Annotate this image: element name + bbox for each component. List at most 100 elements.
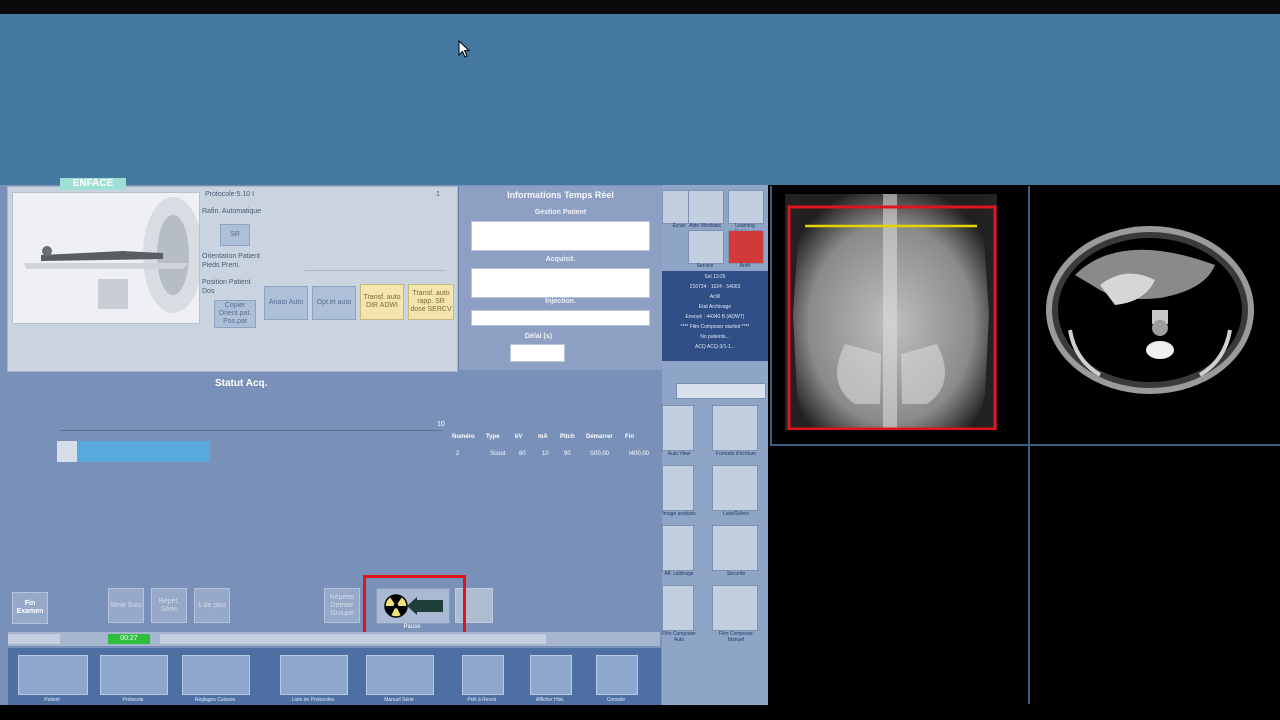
taskbar-item[interactable] [280,655,348,695]
un-de-plus-button[interactable]: 1 de plus [194,588,230,623]
side-icon-label: Auto View [667,451,691,457]
region-label: Rafin. Automatique [202,208,262,215]
status-cell: Scout [490,451,506,457]
status-column-header: mA [538,434,548,440]
taskbar-label: Reglages Cuisson [194,697,236,703]
progress-max: 10 [437,421,445,428]
background-band [0,14,1280,185]
info-line: **** Film Composer started **** [680,324,750,330]
status-column-header: Type [486,434,500,440]
position-value: Dos [202,288,215,295]
status-column-header: kV [515,434,523,440]
transf-rapp-button[interactable]: Transf. auto rapp. SR dose SERCV [408,284,454,320]
tab-enface[interactable]: ENFACE [60,178,126,190]
side-icon[interactable] [712,585,758,631]
taskbar-label: Patient [44,697,60,703]
status-cell: I400.00 [629,451,650,457]
slider-bar[interactable] [676,383,766,399]
gestion-label: Gestion Patient [534,209,587,216]
status-column-header: Démarrer [586,434,613,440]
injection-field [471,310,650,326]
progress-knob [57,441,77,462]
side-icon[interactable] [662,405,694,451]
realtime-info-panel: Informations Temps Réel Gestion Patient … [458,186,662,370]
acquisit-label: Acquisit. [545,256,576,263]
taskbar-label: Protocole [122,697,144,703]
mouse-cursor-icon [458,40,471,58]
side-icon[interactable] [662,525,694,571]
divider [305,270,445,271]
viewer-divider [770,186,772,446]
taskbar-item[interactable] [366,655,434,695]
side-top-label: Arrêt [739,263,751,269]
delai-field[interactable] [510,344,565,362]
gestion-field [471,221,650,251]
transf-dir-button[interactable]: Transf. auto DIR ADWI [360,284,404,320]
delai-label: Délai (s) [524,333,553,340]
side-icon[interactable] [662,465,694,511]
side-top-icon[interactable] [728,230,764,264]
info-line: AcW [709,294,721,300]
fin-examen-button[interactable]: Fin Examen [12,592,48,624]
taskbar-label: Manuel Série [384,697,414,703]
copy-orientation-button[interactable]: Copier Orient.pat. Pos.pat [214,300,256,328]
side-top-label: Aide Windows [689,223,721,229]
ct-axial-image[interactable] [1040,210,1260,410]
viewer-divider [1028,186,1030,704]
orientation-label: Orientation Patient [202,253,260,260]
auto-opt-button[interactable]: Opt.et auto [312,286,356,320]
info-line: 216734 · 1024 · 54003 [689,284,741,290]
realtime-title: Informations Temps Réel [507,190,614,200]
status-cell: 80 [519,451,526,457]
side-icon[interactable] [712,525,758,571]
side-icon-label: Formats d'écriture [715,451,757,457]
status-column-header: Numéro [452,434,475,440]
side-top-icon[interactable] [728,190,764,224]
progress-bar [57,441,210,462]
side-icon-label: Image analysis [662,511,696,517]
viewer-divider [770,444,1280,446]
side-icon-label: Film Composer Auto [662,631,696,643]
injection-label: Injection. [545,298,576,305]
side-icon[interactable] [662,585,694,631]
taskbar-item[interactable] [182,655,250,695]
taskbar-item[interactable] [18,655,88,695]
status-cell: 10 [542,451,549,457]
status-segment [8,634,60,644]
side-top-icon[interactable] [688,190,724,224]
taskbar-label: Console [606,697,626,703]
status-cell: 2 [456,451,460,457]
side-top-label: Service [696,263,714,269]
taskbar-label: Liste de Protocoles [291,697,335,703]
taskbar-item[interactable] [530,655,572,695]
side-icon[interactable] [712,405,758,451]
progress-track [60,430,442,431]
scout-xray-image[interactable] [785,194,997,430]
status-column-header: Pitch [560,434,575,440]
status-segment [160,634,546,644]
acquisit-field [471,268,650,298]
side-top-icon[interactable] [688,230,724,264]
serie-suiv-button[interactable]: Série Suiv. [108,588,144,623]
repet-serie-button[interactable]: Répét. Série [151,588,187,623]
patient-position-illustration [12,192,203,324]
region-button[interactable]: SR [220,224,250,246]
side-icon-label: Aff. calibrage [664,571,694,577]
info-line: ACQ ACQ-3/1-1... [694,344,735,350]
info-line: Envoyé : 44340 B (ADWT) [685,314,745,320]
protocol-index: 1 [436,191,440,198]
side-icon[interactable] [712,465,758,511]
side-icon-label: Sécurité [726,571,746,577]
taskbar-item[interactable] [462,655,504,695]
top-bar [0,0,1280,14]
info-line: No patients... [700,334,730,340]
info-line: Etat Archivage [698,304,732,310]
repeter-groupe-button[interactable]: Répéter Dernier Groupe [324,588,360,623]
taskbar-item[interactable] [100,655,168,695]
orientation-value: Pieds Prem. [202,262,241,269]
auto-anat-button[interactable]: Anato Auto [264,286,308,320]
taskbar-item[interactable] [596,655,638,695]
status-cell: S00.00 [590,451,610,457]
position-label: Position Patient [202,279,251,286]
protocol-label: Protocole:5.10 I [205,191,255,198]
